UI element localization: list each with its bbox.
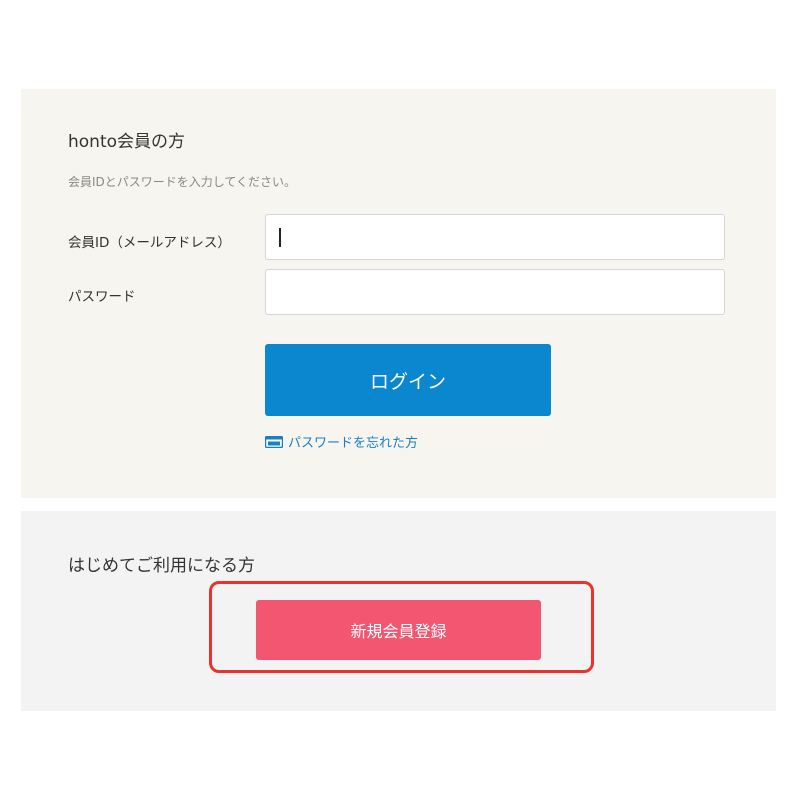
password-label: パスワード	[68, 289, 136, 305]
new-member-title: はじめてご利用になる方	[68, 556, 255, 576]
login-instruction: 会員IDとパスワードを入力してください。	[68, 175, 297, 189]
member-login-title: honto会員の方	[68, 132, 186, 152]
forgot-password-link[interactable]: パスワードを忘れた方	[265, 432, 418, 451]
forgot-password-label: パスワードを忘れた方	[288, 436, 419, 451]
register-button[interactable]: 新規会員登録	[256, 600, 541, 660]
login-page: honto会員の方 会員IDとパスワードを入力してください。 会員ID（メールア…	[0, 0, 800, 800]
member-id-input[interactable]	[265, 214, 725, 260]
login-button[interactable]: ログイン	[265, 344, 551, 416]
window-icon	[265, 435, 283, 448]
text-caret	[279, 228, 281, 247]
member-login-panel: honto会員の方 会員IDとパスワードを入力してください。 会員ID（メールア…	[21, 89, 776, 498]
member-id-label: 会員ID（メールアドレス）	[68, 235, 231, 251]
password-input[interactable]	[265, 269, 725, 315]
new-member-panel: はじめてご利用になる方 新規会員登録	[21, 511, 776, 711]
